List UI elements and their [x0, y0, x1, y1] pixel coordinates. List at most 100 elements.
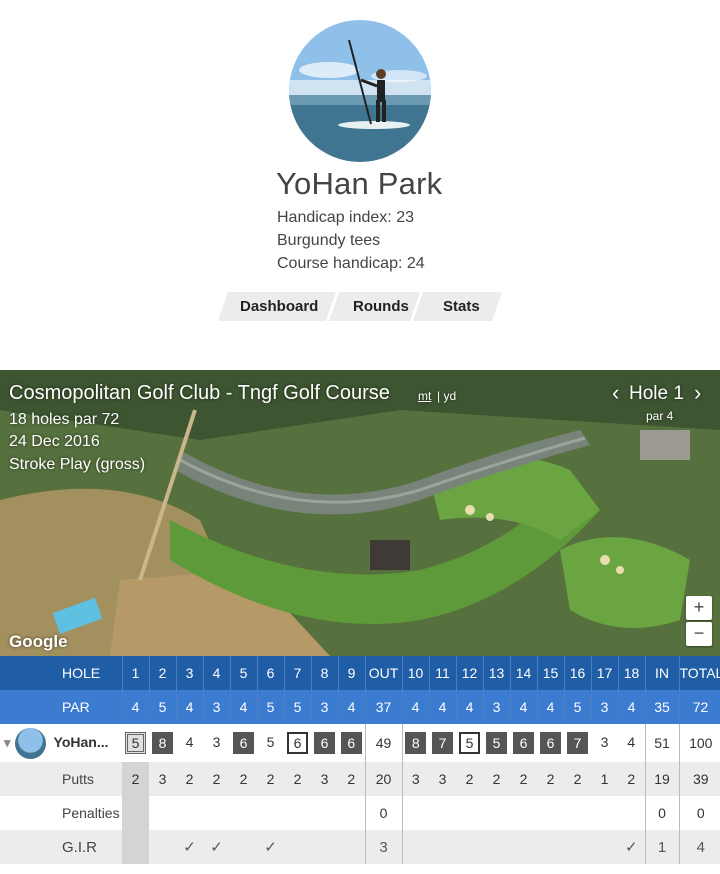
penalty-value [257, 796, 284, 830]
putts-value: 39 [678, 762, 720, 796]
penalty-value [429, 796, 456, 830]
next-hole-icon[interactable]: › [694, 380, 701, 406]
tees: Burgundy tees [277, 232, 381, 249]
score-cell[interactable]: 6 [230, 724, 257, 762]
putts-value: 1 [591, 762, 618, 796]
hole-number: OUT [364, 656, 403, 690]
par-value: 4 [510, 690, 538, 724]
gir-value [284, 830, 311, 864]
map-logo: Google [9, 632, 68, 651]
score-cell[interactable]: 51 [644, 724, 679, 762]
prev-hole-icon[interactable]: ‹ [612, 380, 619, 406]
par-value: 4 [456, 690, 484, 724]
par-value: 3 [311, 690, 339, 724]
score-box: 8 [405, 732, 427, 754]
score-cell[interactable]: 5 [122, 724, 149, 762]
score-box: 5 [486, 732, 507, 754]
par-value: 4 [176, 690, 204, 724]
hole-number: 6 [257, 656, 285, 690]
score-box: 4 [627, 734, 636, 750]
unit-meters[interactable]: mt [418, 389, 431, 403]
gir-value [338, 830, 365, 864]
par-value: 37 [364, 690, 403, 724]
score-cell[interactable]: 3 [203, 724, 230, 762]
hole-number: 3 [176, 656, 204, 690]
score-cell[interactable]: 6 [311, 724, 338, 762]
zoom-in-button[interactable]: + [686, 596, 712, 620]
score-box: 5 [125, 732, 146, 754]
putts-value: 2 [284, 762, 311, 796]
putts-value: 2 [456, 762, 483, 796]
penalty-value [311, 796, 338, 830]
par-value: 4 [230, 690, 258, 724]
score-box: 6 [513, 732, 534, 754]
scorecard-table: HOLE 1 2 3 4 5 6 7 8 9 OUT 10 11 12 13 14 15 16 17 18 IN TOTA… [0, 656, 720, 864]
penalty-value [564, 796, 591, 830]
player-name: YoHan Park [276, 166, 443, 201]
hole-number: 2 [149, 656, 177, 690]
player-cell[interactable]: ▾ YoHan... [0, 724, 122, 762]
hole-number: 13 [483, 656, 511, 690]
play-mode: Stroke Play (gross) [9, 456, 146, 473]
gir-value [483, 830, 510, 864]
putts-value: 20 [364, 762, 402, 796]
hole-par: par 4 [646, 409, 674, 423]
player-avatar-small [14, 727, 46, 759]
hole-label: Hole 1 [629, 383, 684, 404]
score-cell[interactable]: 4 [176, 724, 203, 762]
gir-value [149, 830, 176, 864]
putts-value: 19 [644, 762, 679, 796]
score-box: 8 [152, 732, 173, 754]
score-cell[interactable]: 6 [510, 724, 537, 762]
hole-number: 1 [122, 656, 150, 690]
hole-number: 18 [618, 656, 646, 690]
putts-value: 3 [429, 762, 456, 796]
score-cell[interactable]: 8 [149, 724, 176, 762]
par-value: 3 [203, 690, 231, 724]
penalty-value [122, 796, 149, 830]
score-cell[interactable]: 7 [564, 724, 591, 762]
hole-number: 7 [284, 656, 312, 690]
score-cell[interactable]: 3 [591, 724, 618, 762]
score-cell[interactable]: 49 [364, 724, 402, 762]
course-map[interactable]: Cosmopolitan Golf Club - Tngf Golf Cours… [0, 370, 720, 656]
score-cell[interactable]: 6 [284, 724, 311, 762]
score-cell[interactable]: 6 [537, 724, 564, 762]
tab-rounds[interactable]: Rounds [353, 298, 409, 315]
zoom-out-button[interactable]: − [686, 622, 712, 646]
penalty-value: 0 [364, 796, 402, 830]
gir-value [429, 830, 456, 864]
gir-value [456, 830, 483, 864]
score-box: 6 [233, 732, 254, 754]
score-cell[interactable]: 4 [618, 724, 645, 762]
gir-value [230, 830, 257, 864]
penalty-value [149, 796, 176, 830]
unit-yards[interactable]: | yd [437, 389, 456, 403]
score-box: 3 [600, 734, 609, 750]
penalty-value [618, 796, 645, 830]
score-cell[interactable]: 5 [257, 724, 284, 762]
putts-value: 2 [564, 762, 591, 796]
score-cell[interactable]: 100 [678, 724, 720, 762]
score-cell[interactable]: 7 [429, 724, 456, 762]
putts-value: 2 [257, 762, 284, 796]
tab-dashboard[interactable]: Dashboard [240, 298, 318, 315]
collapse-arrow-icon[interactable]: ▾ [4, 735, 11, 750]
par-label: PAR [0, 690, 123, 724]
score-cell[interactable]: 8 [401, 724, 429, 762]
score-cell[interactable]: 6 [338, 724, 365, 762]
hole-header: HOLE [0, 656, 123, 690]
course-title: Cosmopolitan Golf Club - Tngf Golf Cours… [9, 382, 390, 404]
score-box: 5 [459, 732, 480, 754]
gir-row: G.I.R ✓ ✓ ✓ 3 ✓ 1 4 [0, 830, 720, 864]
score-cell[interactable]: 5 [456, 724, 483, 762]
tab-stats[interactable]: Stats [443, 298, 480, 315]
penalty-value [284, 796, 311, 830]
player-avatar [289, 20, 431, 162]
score-cell[interactable]: 5 [483, 724, 510, 762]
gir-value [537, 830, 564, 864]
putts-value: 3 [401, 762, 429, 796]
penalty-value: 0 [644, 796, 679, 830]
hole-number: 12 [456, 656, 484, 690]
par-value: 4 [537, 690, 565, 724]
